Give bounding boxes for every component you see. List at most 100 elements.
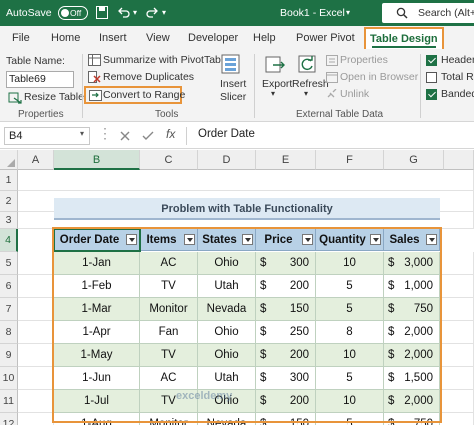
search-icon: [396, 7, 408, 19]
redo-icon[interactable]: [146, 7, 158, 18]
row-header-5[interactable]: 5: [0, 252, 18, 275]
column-a-cell[interactable]: [18, 252, 54, 275]
insert-slicer-label-1[interactable]: Insert: [220, 78, 246, 90]
formula-separator: [186, 127, 187, 145]
open-in-browser-button[interactable]: Open in Browser: [340, 71, 418, 83]
column-h-cell[interactable]: [440, 413, 474, 425]
insert-function-button[interactable]: fx: [166, 127, 175, 141]
formula-bar-grip-icon: ⋮: [98, 125, 112, 141]
banded-rows-checkbox[interactable]: [426, 89, 437, 100]
column-header-c[interactable]: C: [140, 150, 198, 170]
column-header-d[interactable]: D: [198, 150, 256, 170]
column-header-h[interactable]: [444, 150, 474, 170]
undo-icon[interactable]: [118, 7, 130, 18]
header-row-label: Header R: [441, 54, 474, 66]
properties-group-label: Properties: [18, 109, 64, 120]
row-header-9[interactable]: 9: [0, 344, 18, 367]
column-header-a[interactable]: A: [18, 150, 54, 170]
autosave-toggle[interactable]: Off: [58, 6, 88, 20]
save-icon[interactable]: [96, 6, 108, 19]
row-header-3[interactable]: 3: [0, 212, 18, 229]
export-icon: [265, 56, 285, 73]
remove-duplicates-icon: [88, 71, 101, 83]
enter-icon[interactable]: [142, 131, 154, 141]
convert-to-range-label: Convert to Range: [103, 89, 186, 101]
search-box[interactable]: Search (Alt+: [382, 3, 474, 23]
formula-bar: B4 ▾ ⋮ fx Order Date: [0, 123, 474, 149]
column-a-cell[interactable]: [18, 390, 54, 413]
refresh-button[interactable]: Refresh: [292, 78, 329, 90]
name-box-dropdown-icon[interactable]: ▾: [80, 129, 84, 138]
tab-table-design[interactable]: Table Design: [364, 27, 444, 49]
sheet-title[interactable]: Problem with Table Functionality: [54, 198, 440, 220]
toggle-knob: [61, 9, 69, 17]
column-a-cell[interactable]: [18, 413, 54, 425]
tab-insert[interactable]: Insert: [99, 26, 127, 50]
row-header-7[interactable]: 7: [0, 298, 18, 321]
row-header-8[interactable]: 8: [0, 321, 18, 344]
title-dropdown-icon[interactable]: ▾: [346, 0, 350, 26]
title-bar: AutoSave Off ▾ ▾ Book1 - Excel ▾ Search …: [0, 0, 474, 26]
properties-button[interactable]: Properties: [340, 54, 388, 66]
resize-table-button[interactable]: Resize Table: [24, 91, 84, 103]
column-header-e[interactable]: E: [256, 150, 316, 170]
tab-help[interactable]: Help: [253, 26, 276, 50]
tab-power-pivot[interactable]: Power Pivot: [296, 26, 355, 50]
insert-slicer-label-2[interactable]: Slicer: [220, 91, 246, 103]
column-a-cell[interactable]: [18, 344, 54, 367]
tab-view[interactable]: View: [146, 26, 170, 50]
summarize-pivottable-button[interactable]: Summarize with PivotTable: [103, 54, 229, 66]
ribbon: Table Name: Table69 Resize Table Propert…: [0, 50, 474, 122]
column-h-cell[interactable]: [440, 390, 474, 413]
column-a-cell[interactable]: [18, 321, 54, 344]
unlink-icon: [327, 89, 337, 98]
total-row-checkbox[interactable]: [426, 72, 437, 83]
pivottable-icon: [88, 54, 101, 66]
export-button[interactable]: Export: [262, 78, 292, 90]
row-header-11[interactable]: 11: [0, 390, 18, 413]
tab-file[interactable]: File: [12, 26, 30, 50]
export-dropdown-icon[interactable]: ▾: [271, 89, 275, 98]
column-h-cell[interactable]: [440, 367, 474, 390]
column-a-cell[interactable]: [18, 275, 54, 298]
select-all-corner[interactable]: [0, 150, 18, 170]
refresh-icon: [298, 55, 316, 73]
cancel-icon[interactable]: [120, 131, 130, 141]
row-header-2[interactable]: 2: [0, 191, 18, 212]
tab-home[interactable]: Home: [51, 26, 80, 50]
worksheet-grid[interactable]: A B C D E F G 1 2 3 4 5 6 7 8 9 10 11 12 Problem wi…: [0, 150, 474, 425]
row-header-6[interactable]: 6: [0, 275, 18, 298]
column-header-f[interactable]: F: [316, 150, 384, 170]
column-a-cell[interactable]: [18, 298, 54, 321]
column-h-cell[interactable]: [440, 252, 474, 275]
autosave-label: AutoSave: [6, 7, 52, 19]
table-name-input[interactable]: Table69: [6, 71, 74, 88]
column-h-cell[interactable]: [440, 344, 474, 367]
name-box[interactable]: B4: [4, 127, 90, 145]
column-h-cell[interactable]: [440, 298, 474, 321]
convert-to-range-button[interactable]: Convert to Range: [84, 86, 186, 104]
convert-to-range-icon: [89, 90, 102, 101]
group-separator: [254, 54, 255, 118]
column-h-cell[interactable]: [440, 321, 474, 344]
row-header-10[interactable]: 10: [0, 367, 18, 390]
column-header-g[interactable]: G: [384, 150, 444, 170]
refresh-dropdown-icon[interactable]: ▾: [304, 89, 308, 98]
grid-row-blank[interactable]: [18, 170, 474, 191]
formula-input[interactable]: Order Date: [198, 128, 255, 140]
customize-qat-icon[interactable]: ▾: [162, 0, 166, 26]
column-h-cell[interactable]: [440, 275, 474, 298]
resize-table-icon: [8, 92, 22, 104]
header-row-checkbox[interactable]: [426, 55, 437, 66]
row-header-4[interactable]: 4: [0, 229, 18, 252]
remove-duplicates-button[interactable]: Remove Duplicates: [103, 71, 194, 83]
unlink-button[interactable]: Unlink: [340, 88, 369, 100]
row-header-12[interactable]: 12: [0, 413, 18, 425]
tab-developer[interactable]: Developer: [188, 26, 238, 50]
undo-dropdown-icon[interactable]: ▾: [133, 0, 137, 26]
total-row-label: Total Ro: [441, 71, 474, 83]
row-header-1[interactable]: 1: [0, 170, 18, 191]
column-a-cell[interactable]: [18, 367, 54, 390]
column-header-b[interactable]: B: [54, 150, 140, 170]
banded-rows-label: Banded: [441, 88, 474, 100]
